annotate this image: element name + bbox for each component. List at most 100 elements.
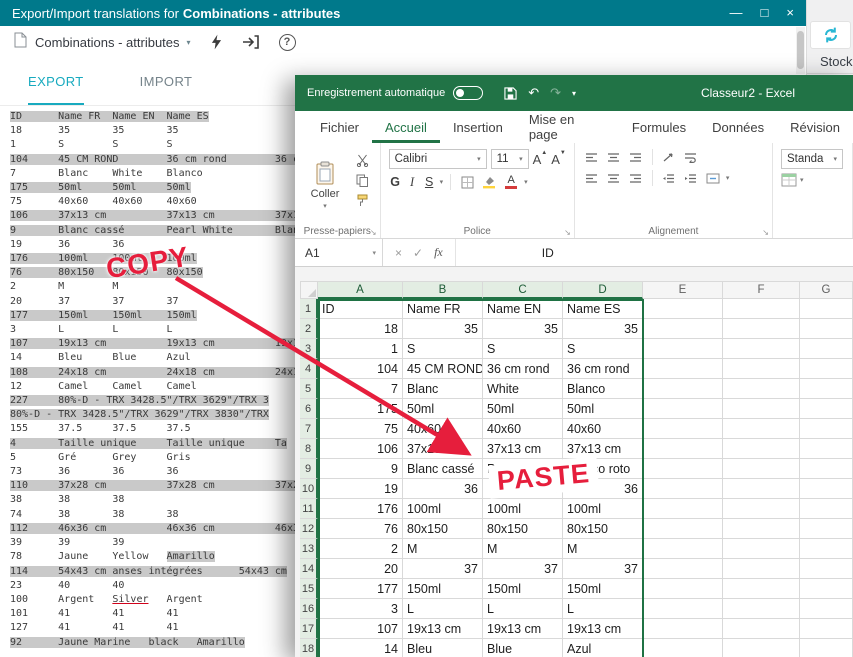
row-header-5[interactable]: 5 — [300, 379, 318, 399]
row-header-17[interactable]: 17 — [300, 619, 318, 639]
cell-F14[interactable] — [723, 559, 800, 579]
cell-G2[interactable] — [800, 319, 853, 339]
cell-F2[interactable] — [723, 319, 800, 339]
column-header-D[interactable]: D — [563, 281, 643, 299]
wrap-text-icon[interactable] — [682, 150, 700, 165]
cell-A7[interactable]: 75 — [318, 419, 403, 439]
cell-A14[interactable]: 20 — [318, 559, 403, 579]
decrease-indent-icon[interactable] — [660, 171, 678, 186]
cell-A1[interactable]: ID — [318, 299, 403, 319]
cell-F12[interactable] — [723, 519, 800, 539]
row-header-3[interactable]: 3 — [300, 339, 318, 359]
cancel-icon[interactable]: × — [395, 246, 402, 260]
ribbon-tab-révision[interactable]: Révision — [777, 111, 853, 143]
cell-D16[interactable]: L — [563, 599, 643, 619]
cell-B8[interactable]: 37x13 cm — [403, 439, 483, 459]
cell-F9[interactable] — [723, 459, 800, 479]
ribbon-tab-mise-en-page[interactable]: Mise en page — [516, 111, 619, 143]
cell-C17[interactable]: 19x13 cm — [483, 619, 563, 639]
cell-E9[interactable] — [643, 459, 723, 479]
italic-button[interactable]: I — [406, 175, 419, 190]
row-header-16[interactable]: 16 — [300, 599, 318, 619]
cell-G5[interactable] — [800, 379, 853, 399]
cell-F6[interactable] — [723, 399, 800, 419]
underline-button[interactable]: S — [423, 175, 436, 189]
cell-B18[interactable]: Bleu — [403, 639, 483, 657]
cell-G18[interactable] — [800, 639, 853, 657]
cell-D12[interactable]: 80x150 — [563, 519, 643, 539]
cell-C18[interactable]: Blue — [483, 639, 563, 657]
cell-F15[interactable] — [723, 579, 800, 599]
cell-C13[interactable]: M — [483, 539, 563, 559]
cell-C15[interactable]: 150ml — [483, 579, 563, 599]
dialog-launcher-icon[interactable]: ↘ — [564, 228, 571, 237]
cell-F7[interactable] — [723, 419, 800, 439]
cell-B14[interactable]: 37 — [403, 559, 483, 579]
cell-F10[interactable] — [723, 479, 800, 499]
cell-G12[interactable] — [800, 519, 853, 539]
cell-G10[interactable] — [800, 479, 853, 499]
cell-G3[interactable] — [800, 339, 853, 359]
cell-C4[interactable]: 36 cm rond — [483, 359, 563, 379]
align-center-icon[interactable] — [605, 171, 623, 186]
ribbon-tab-insertion[interactable]: Insertion — [440, 111, 516, 143]
align-middle-icon[interactable] — [605, 150, 623, 165]
orientation-icon[interactable] — [660, 150, 678, 165]
cell-B4[interactable]: 45 CM ROND — [403, 359, 483, 379]
cell-A5[interactable]: 7 — [318, 379, 403, 399]
cell-G4[interactable] — [800, 359, 853, 379]
cell-B5[interactable]: Blanc — [403, 379, 483, 399]
cell-E3[interactable] — [643, 339, 723, 359]
cell-B2[interactable]: 35 — [403, 319, 483, 339]
cell-D5[interactable]: Blanco — [563, 379, 643, 399]
cell-G14[interactable] — [800, 559, 853, 579]
font-size-select[interactable]: 11▾ — [491, 149, 529, 169]
row-header-9[interactable]: 9 — [300, 459, 318, 479]
cell-D17[interactable]: 19x13 cm — [563, 619, 643, 639]
cell-E6[interactable] — [643, 399, 723, 419]
cell-F11[interactable] — [723, 499, 800, 519]
redo-icon[interactable]: ↷ — [550, 85, 561, 101]
cell-D1[interactable]: Name ES — [563, 299, 643, 319]
cell-E12[interactable] — [643, 519, 723, 539]
cell-D13[interactable]: M — [563, 539, 643, 559]
cell-D4[interactable]: 36 cm rond — [563, 359, 643, 379]
row-header-13[interactable]: 13 — [300, 539, 318, 559]
dialog-launcher-icon[interactable]: ↘ — [370, 228, 377, 237]
cell-A17[interactable]: 107 — [318, 619, 403, 639]
scrollbar-thumb[interactable] — [797, 31, 804, 69]
column-header-E[interactable]: E — [643, 281, 723, 299]
column-header-G[interactable]: G — [800, 281, 853, 299]
cell-E8[interactable] — [643, 439, 723, 459]
align-bottom-icon[interactable] — [627, 150, 645, 165]
cell-B6[interactable]: 50ml — [403, 399, 483, 419]
tab-export[interactable]: EXPORT — [28, 58, 84, 105]
cell-A10[interactable]: 19 — [318, 479, 403, 499]
cell-C3[interactable]: S — [483, 339, 563, 359]
row-header-1[interactable]: 1 — [300, 299, 318, 319]
row-header-8[interactable]: 8 — [300, 439, 318, 459]
row-header-2[interactable]: 2 — [300, 319, 318, 339]
borders-icon[interactable] — [458, 175, 476, 190]
cell-E15[interactable] — [643, 579, 723, 599]
enter-check-icon[interactable]: ✓ — [413, 246, 423, 260]
close-icon[interactable]: × — [786, 0, 794, 26]
cell-F13[interactable] — [723, 539, 800, 559]
select-all-corner[interactable] — [300, 281, 318, 299]
cell-F4[interactable] — [723, 359, 800, 379]
cell-D18[interactable]: Azul — [563, 639, 643, 657]
fill-color-icon[interactable] — [480, 175, 498, 190]
row-header-6[interactable]: 6 — [300, 399, 318, 419]
cell-B10[interactable]: 36 — [403, 479, 483, 499]
tab-import[interactable]: IMPORT — [140, 58, 193, 105]
cell-A2[interactable]: 18 — [318, 319, 403, 339]
paste-button[interactable]: Coller ▾ — [303, 149, 347, 222]
cell-C1[interactable]: Name EN — [483, 299, 563, 319]
bold-button[interactable]: G — [389, 175, 402, 189]
cut-icon[interactable] — [353, 153, 371, 168]
name-box[interactable]: A1 ▾ — [295, 239, 383, 266]
cell-B7[interactable]: 40x60 — [403, 419, 483, 439]
align-right-icon[interactable] — [627, 171, 645, 186]
cell-E11[interactable] — [643, 499, 723, 519]
cell-C12[interactable]: 80x150 — [483, 519, 563, 539]
